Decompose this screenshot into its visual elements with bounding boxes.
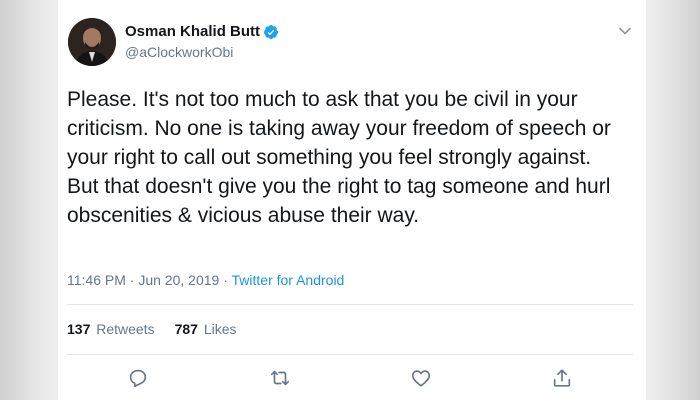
likes-stat[interactable]: 787 Likes [175,321,237,337]
share-icon[interactable] [551,367,573,389]
divider [67,354,633,355]
avatar-image [68,18,116,66]
tweet-time[interactable]: 11:46 PM [67,272,126,288]
background-right [646,0,700,400]
meta-separator: · [219,272,232,288]
tweet-meta: 11:46 PM · Jun 20, 2019 · Twitter for An… [67,272,344,288]
retweets-label: Retweets [96,321,155,337]
likes-label: Likes [203,321,237,337]
background-left [0,0,58,400]
retweet-icon[interactable] [269,367,291,389]
tweet-card: Osman Khalid Butt @aClockworkObi Please.… [58,0,646,400]
avatar[interactable] [68,18,116,66]
tweet-actions [58,367,646,391]
tweet-date[interactable]: Jun 20, 2019 [138,272,219,288]
meta-separator: · [125,272,139,288]
tweet-text-paragraph: But that doesn't give you the right to t… [67,175,611,227]
tweet-stats: 137 Retweets 787 Likes [67,321,237,337]
retweets-stat[interactable]: 137 Retweets [67,321,155,337]
tweet-text-paragraph: Please. It's not too much to ask that yo… [67,88,611,169]
chevron-down-icon[interactable] [618,24,632,38]
likes-count: 787 [174,321,198,337]
author-name-row: Osman Khalid Butt [125,23,279,40]
reply-icon[interactable] [127,367,149,389]
tweet-text: Please. It's not too much to ask that yo… [67,85,637,230]
retweets-count: 137 [67,321,91,337]
author-handle[interactable]: @aClockworkObi [125,44,233,60]
like-icon[interactable] [410,367,432,389]
verified-badge-icon [263,24,279,40]
divider [67,304,633,305]
author-display-name[interactable]: Osman Khalid Butt [125,23,260,40]
tweet-source-link[interactable]: Twitter for Android [232,272,345,288]
